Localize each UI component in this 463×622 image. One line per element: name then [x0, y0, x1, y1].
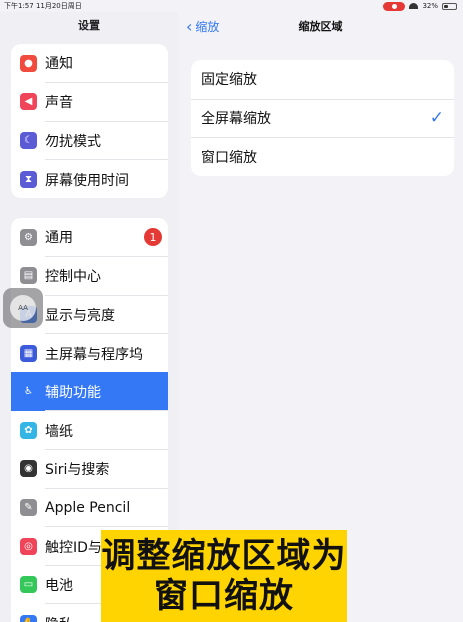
sidebar-item-label: 声音: [45, 95, 73, 112]
sidebar-item[interactable]: ☾ 勿扰模式: [11, 120, 168, 160]
status-bar: 下午1:57 11月20日周日 32%: [0, 0, 463, 12]
sidebar-item[interactable]: ◀ 声音: [11, 82, 168, 122]
sidebar-item[interactable]: ▦ 主屏幕与程序坞: [11, 333, 168, 373]
accessibility-icon: ♿: [20, 383, 37, 401]
hourglass-icon: ⧗: [20, 170, 37, 188]
switches-icon: ▤: [20, 267, 37, 285]
hand-icon: ✋: [20, 614, 37, 622]
sidebar-item-label: 通知: [45, 56, 73, 73]
grid-icon: ▦: [20, 344, 37, 362]
zoom-option-label: 全屏幕缩放: [201, 111, 271, 128]
zoom-option[interactable]: 窗口缩放: [191, 137, 454, 176]
wifi-icon: [409, 3, 419, 9]
sidebar-item-label: Siri与搜索: [45, 462, 110, 479]
sidebar-item-label: 隐私: [45, 614, 73, 622]
sidebar-item[interactable]: ⚙ 通用 1: [11, 218, 168, 257]
zoom-option-label: 固定缩放: [201, 72, 257, 89]
sidebar-title: 设置: [78, 19, 100, 32]
pencil-icon: ✎: [20, 498, 37, 516]
page-title: 缩放区域: [298, 20, 343, 33]
sidebar-item-label: 屏幕使用时间: [45, 172, 129, 189]
battery-icon: [442, 2, 457, 10]
bell-icon: ●: [20, 54, 37, 72]
status-right: 32%: [383, 0, 457, 12]
siri-icon: ◉: [20, 460, 37, 478]
sidebar-item-label: 勿扰模式: [45, 133, 101, 150]
sidebar-item-label: 显示与亮度: [45, 307, 115, 324]
sidebar-item[interactable]: ✿ 墙纸: [11, 410, 168, 450]
battery-percent: 32%: [422, 2, 438, 10]
checkmark-icon: ✓: [429, 108, 444, 129]
speaker-icon: ◀: [20, 93, 37, 111]
sidebar-item-label: 辅助功能: [45, 384, 101, 401]
assistive-touch-button[interactable]: AA: [3, 288, 43, 328]
sidebar-item[interactable]: ● 通知: [11, 44, 168, 83]
flower-icon: ✿: [20, 421, 37, 439]
sidebar-item-label: 通用: [45, 230, 73, 247]
sidebar-item-label: 控制中心: [45, 269, 101, 286]
notification-badge: 1: [144, 228, 162, 247]
zoom-option-label: 窗口缩放: [201, 149, 257, 166]
sidebar-item[interactable]: ✎ Apple Pencil: [11, 487, 168, 527]
caption-line-2: 窗口缩放: [154, 576, 294, 616]
screen-recording-icon[interactable]: [383, 1, 406, 11]
zoom-region-options: 固定缩放全屏幕缩放 ✓ 窗口缩放: [191, 60, 454, 176]
settings-group-1: ● 通知 ◀ 声音 ☾ 勿扰模式 ⧗ 屏幕使用时间: [11, 44, 168, 199]
sidebar-item-label: 触控ID与: [45, 539, 102, 556]
sidebar-item[interactable]: ⧗ 屏幕使用时间: [11, 159, 168, 199]
status-time-date: 下午1:57 11月20日周日: [4, 2, 82, 10]
fingerprint-icon: ◎: [20, 537, 37, 555]
zoom-option[interactable]: 固定缩放: [191, 60, 454, 99]
gear-icon: ⚙: [20, 228, 37, 246]
zoom-option[interactable]: 全屏幕缩放 ✓: [191, 98, 454, 138]
caption-overlay: 调整缩放区域为 窗口缩放: [101, 530, 347, 622]
battery-icon: ▭: [20, 576, 37, 594]
assistive-touch-icon: AA: [10, 295, 36, 321]
sidebar-item-label: Apple Pencil: [45, 499, 131, 516]
sidebar-item[interactable]: ♿ 辅助功能: [11, 372, 168, 411]
sidebar-item[interactable]: ◉ Siri与搜索: [11, 449, 168, 489]
moon-icon: ☾: [20, 131, 37, 149]
caption-line-1: 调整缩放区域为: [101, 536, 347, 576]
sidebar-item-label: 墙纸: [45, 423, 73, 440]
sidebar-item-label: 主屏幕与程序坞: [45, 346, 143, 363]
sidebar-item-label: 电池: [45, 578, 73, 595]
